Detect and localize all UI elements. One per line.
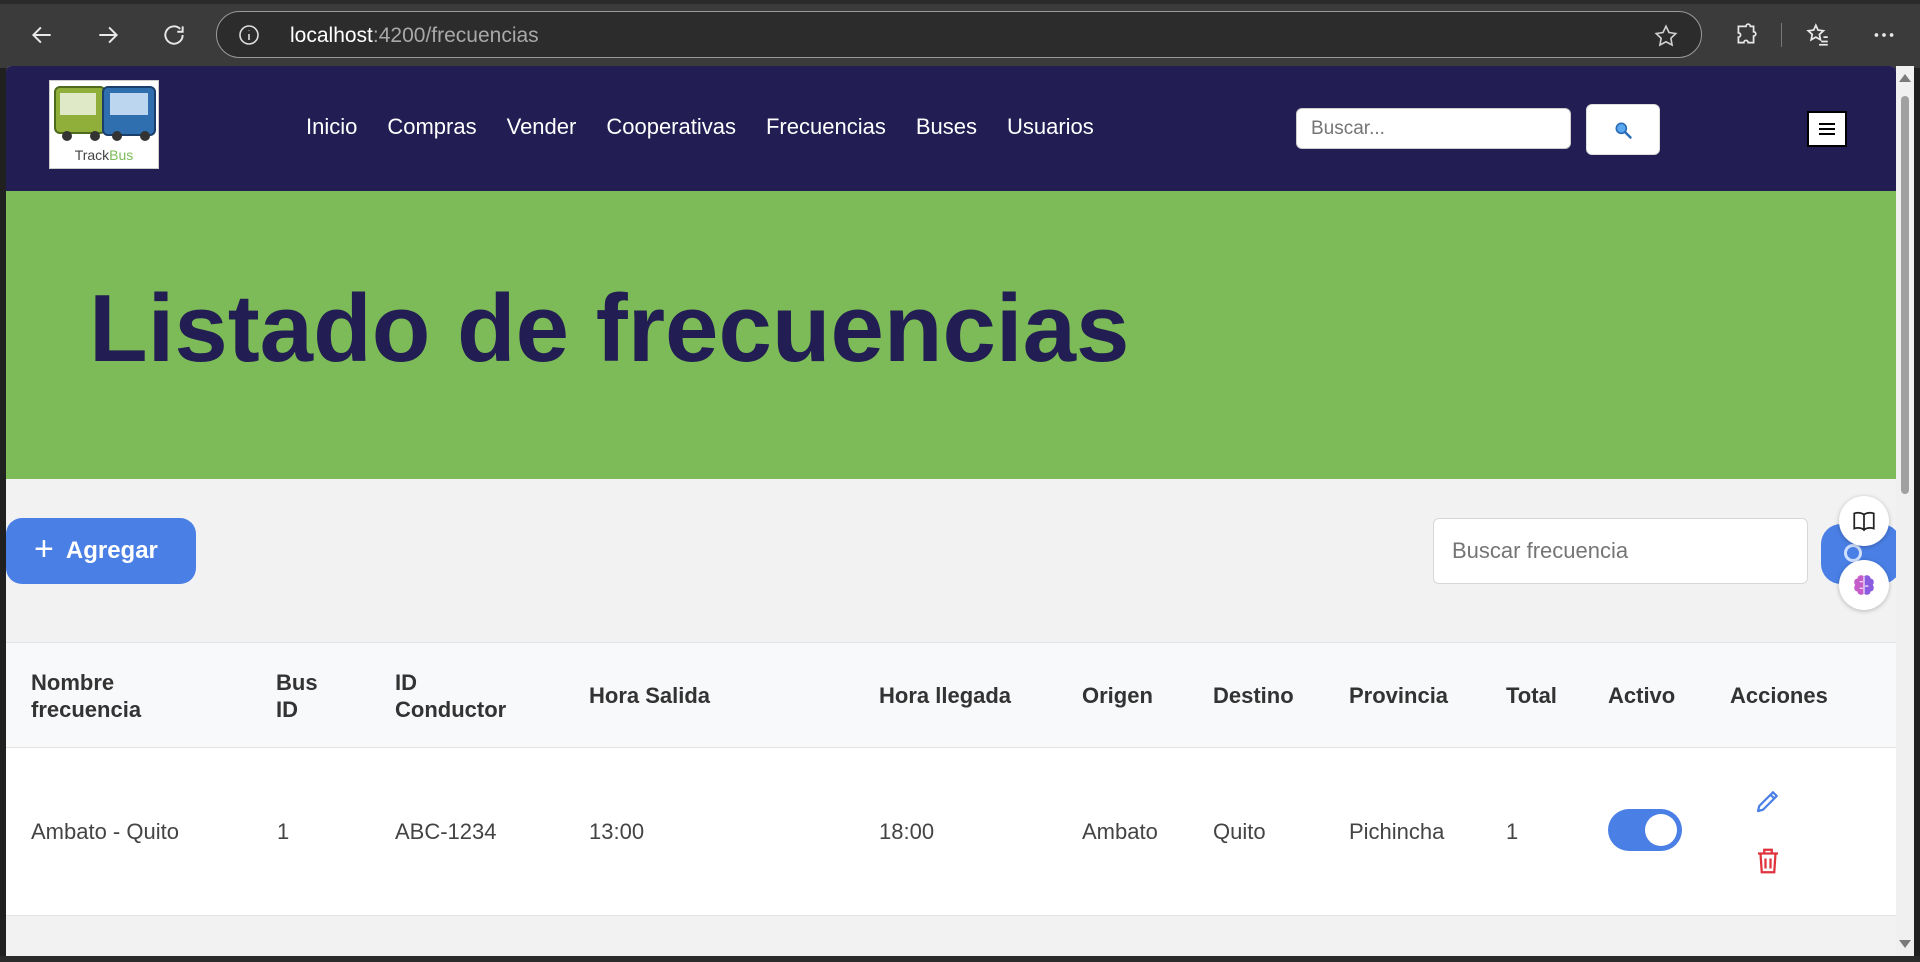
- col-header-text: Nombre: [31, 669, 115, 695]
- cell-nombre: Ambato - Quito: [31, 819, 179, 844]
- main-nav: Inicio Compras Vender Cooperativas Frecu…: [306, 114, 1124, 140]
- col-header-acciones: Acciones: [1730, 683, 1828, 709]
- book-icon: [1853, 511, 1875, 532]
- navbar-search-input[interactable]: [1296, 108, 1571, 149]
- add-button-label: Agregar: [65, 537, 158, 564]
- bus-wheel: [62, 131, 72, 141]
- col-header-hora-llegada: Hora llegada: [879, 683, 1012, 709]
- col-header-text: Bus: [276, 669, 318, 695]
- favorite-star-icon[interactable]: [1653, 23, 1679, 49]
- copilot-brain-button[interactable]: [1839, 560, 1889, 610]
- cell-bus-id: 1: [277, 819, 290, 844]
- magnifier-icon: [1615, 122, 1632, 139]
- reload-icon: [164, 25, 184, 45]
- toolbar-divider: [1781, 23, 1782, 47]
- bus-window: [110, 93, 148, 115]
- page-scrollbar[interactable]: [1896, 66, 1914, 956]
- page-title: Listado de frecuencias: [89, 275, 1130, 382]
- col-header-text: frecuencia: [31, 697, 142, 722]
- frecuencia-search-input[interactable]: [1433, 518, 1808, 584]
- col-header-activo: Activo: [1608, 683, 1676, 709]
- logo-text-track: Track: [74, 147, 110, 163]
- activo-toggle[interactable]: [1608, 809, 1682, 851]
- nav-link-inicio[interactable]: Inicio: [306, 114, 357, 140]
- cell-hora-salida: 13:00: [589, 819, 645, 844]
- reload-button[interactable]: [156, 17, 192, 53]
- nav-link-compras[interactable]: Compras: [387, 114, 476, 140]
- logo-text-bus: Bus: [109, 147, 134, 163]
- cell-total: 1: [1506, 819, 1519, 844]
- tab-strip: [0, 0, 1920, 4]
- col-header-bus-id: Bus ID: [276, 643, 318, 749]
- col-header-conductor: ID Conductor: [395, 643, 506, 749]
- delete-trash-icon[interactable]: [1755, 846, 1781, 876]
- url-host: localhost: [290, 24, 373, 47]
- forward-button[interactable]: [90, 17, 126, 53]
- back-button[interactable]: [24, 17, 60, 53]
- scroll-up-arrow-icon[interactable]: [1899, 74, 1911, 82]
- address-bar[interactable]: localhost:4200/frecuencias: [216, 11, 1702, 58]
- extensions-button[interactable]: [1728, 17, 1764, 53]
- nav-link-frecuencias[interactable]: Frecuencias: [766, 114, 886, 140]
- url-path: :4200/frecuencias: [372, 24, 539, 47]
- col-header-text: ID: [276, 697, 298, 722]
- add-frecuencia-button[interactable]: + Agregar: [6, 518, 196, 584]
- url-text: localhost:4200/frecuencias: [290, 24, 539, 48]
- nav-link-usuarios[interactable]: Usuarios: [1007, 114, 1094, 140]
- arrow-left-icon: [31, 26, 51, 44]
- cell-conductor: ABC-1234: [395, 819, 497, 844]
- col-header-text: ID: [395, 669, 417, 695]
- table-header: Nombre frecuencia Bus ID ID Conductor Hora …: [6, 642, 1896, 748]
- nav-link-buses[interactable]: Buses: [916, 114, 977, 140]
- col-header-text: Conductor: [395, 697, 507, 722]
- brain-icon: [1854, 575, 1874, 595]
- page-viewport: TrackBus Inicio Compras Vender Cooperati…: [6, 66, 1896, 956]
- favorites-button[interactable]: [1800, 17, 1836, 53]
- cell-hora-llegada: 18:00: [879, 819, 935, 844]
- info-icon[interactable]: [237, 23, 261, 47]
- scrollbar-thumb[interactable]: [1901, 96, 1909, 494]
- frecuencias-table: Nombre frecuencia Bus ID ID Conductor Hora …: [6, 642, 1896, 916]
- table-row: Ambato - Quito 1 ABC-1234 13:00 18:00 Am…: [6, 748, 1896, 916]
- bus-wheel: [140, 131, 150, 141]
- navbar: TrackBus Inicio Compras Vender Cooperati…: [6, 66, 1896, 191]
- trackbus-logo[interactable]: TrackBus: [49, 80, 159, 169]
- nav-link-cooperativas[interactable]: Cooperativas: [606, 114, 736, 140]
- favorites-list-icon: [1806, 23, 1828, 46]
- window-bottom-edge: [0, 956, 1920, 962]
- hamburger-icon: [1819, 123, 1835, 135]
- arrow-right-icon: [99, 26, 119, 44]
- col-header-hora-salida: Hora Salida: [589, 683, 711, 709]
- col-header-total: Total: [1506, 683, 1557, 709]
- bus-window: [60, 93, 96, 115]
- more-options-button[interactable]: [1866, 17, 1902, 53]
- edit-pencil-icon[interactable]: [1753, 786, 1783, 816]
- bus-wheel: [90, 131, 100, 141]
- bus-wheel: [112, 131, 122, 141]
- logo-text: TrackBus: [50, 147, 158, 163]
- col-header-provincia: Provincia: [1349, 683, 1449, 709]
- reader-mode-button[interactable]: [1839, 496, 1889, 546]
- puzzle-icon: [1737, 23, 1757, 44]
- hamburger-menu-button[interactable]: [1807, 111, 1847, 147]
- cell-destino: Quito: [1213, 819, 1266, 844]
- toggle-knob: [1645, 814, 1677, 846]
- hero-banner: Listado de frecuencias: [6, 191, 1896, 479]
- browser-chrome: localhost:4200/frecuencias: [0, 0, 1920, 68]
- cell-provincia: Pichincha: [1349, 819, 1445, 844]
- scroll-down-arrow-icon[interactable]: [1899, 940, 1911, 948]
- col-header-nombre: Nombre frecuencia: [31, 643, 141, 749]
- more-dots-icon: [1874, 33, 1894, 37]
- cell-origen: Ambato: [1082, 819, 1158, 844]
- col-header-origen: Origen: [1082, 683, 1153, 709]
- navbar-search-button[interactable]: [1586, 104, 1660, 155]
- nav-link-vender[interactable]: Vender: [507, 114, 577, 140]
- col-header-destino: Destino: [1213, 683, 1294, 709]
- plus-icon: +: [34, 530, 54, 568]
